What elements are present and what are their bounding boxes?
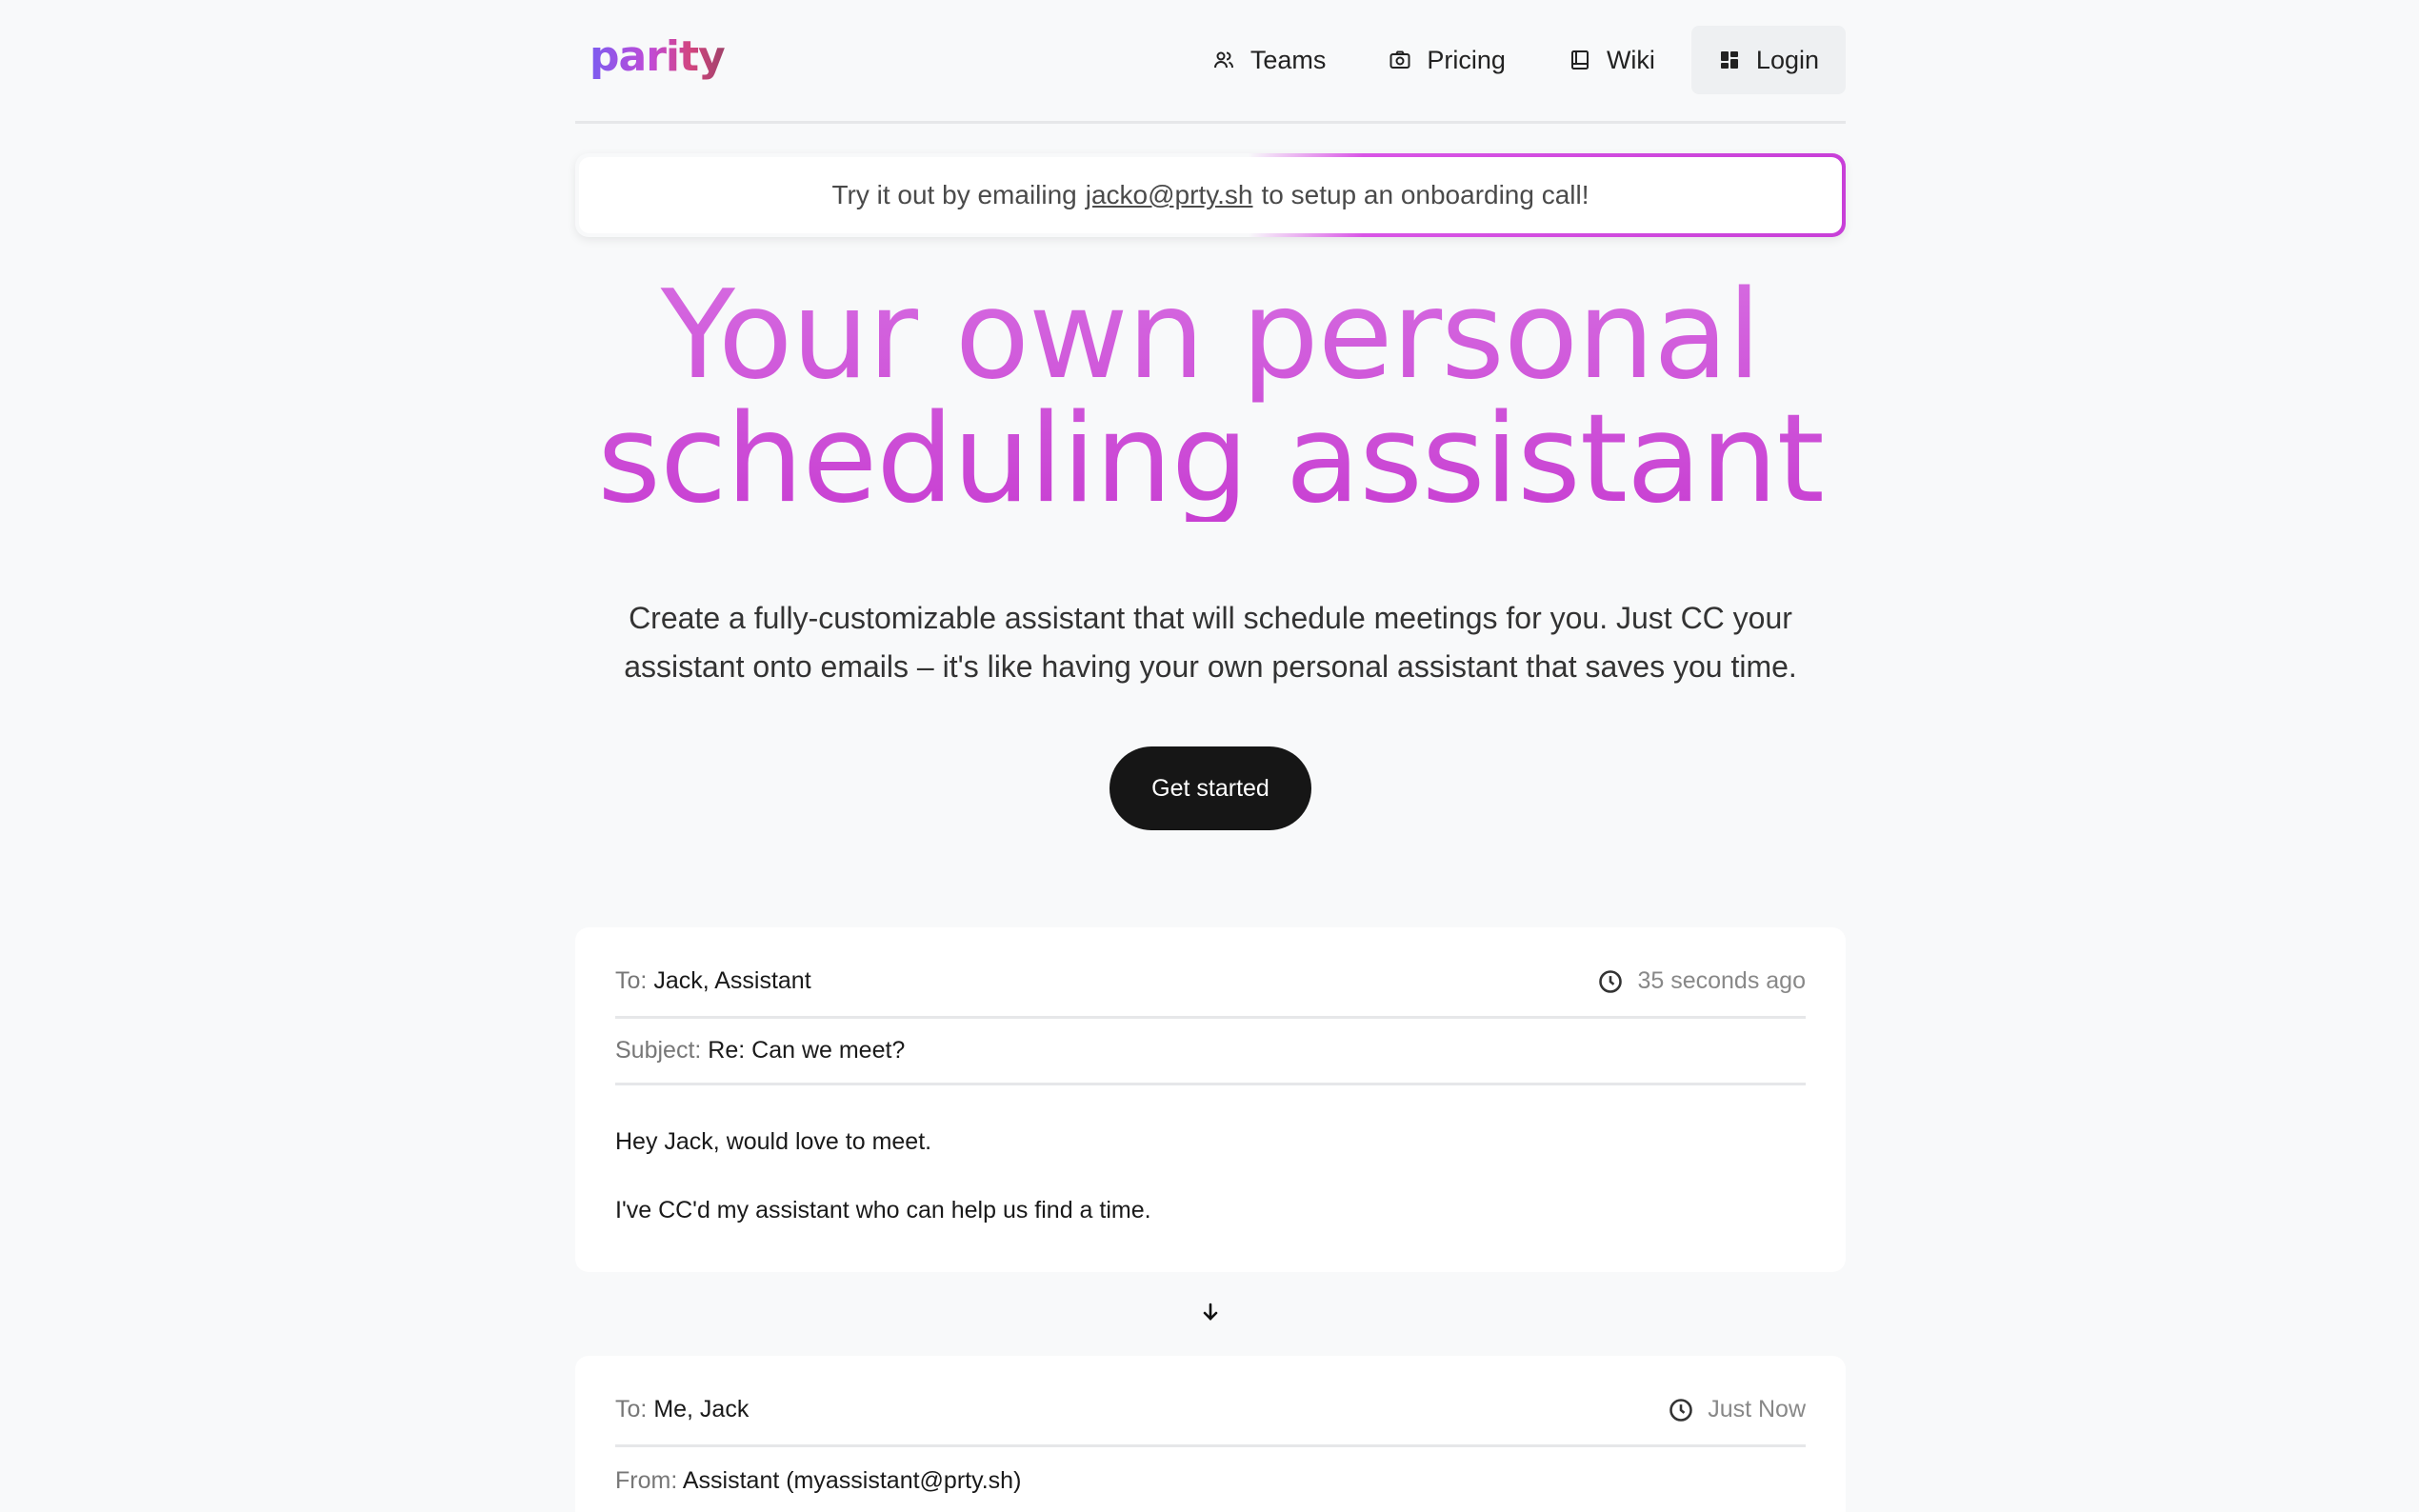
nav-item-teams[interactable]: Teams: [1186, 26, 1353, 94]
banner-email-link[interactable]: jacko@prty.sh: [1086, 180, 1253, 210]
email-body-line: Hey Jack, would love to meet.: [615, 1128, 932, 1155]
email-to-row: To: Jack, Assistant 35 seconds ago: [615, 927, 1806, 1019]
hero-subtitle: Create a fully-customizable assistant th…: [594, 594, 1827, 691]
timestamp-text: Just Now: [1708, 1396, 1806, 1422]
page: parity Teams Pricing Wiki Login Try it o…: [575, 0, 1846, 1512]
email-timestamp: 35 seconds ago: [1597, 967, 1806, 995]
email-card-incoming: To: Jack, Assistant 35 seconds ago Subje…: [575, 927, 1846, 1272]
camera-icon: [1389, 50, 1410, 69]
hero-title-line-1: Your own personal: [660, 265, 1761, 407]
nav-links: Teams Pricing Wiki Login: [1186, 26, 1846, 94]
banner-text: Try it out by emailing jacko@prty.sh to …: [579, 157, 1842, 233]
hero-subtitle-line-1: Create a fully-customizable assistant th…: [629, 601, 1792, 635]
hero-title-line-2: scheduling assistant: [597, 388, 1824, 530]
subject-value: Re: Can we meet?: [708, 1037, 906, 1064]
grid-icon: [1720, 51, 1738, 69]
banner-suffix: to setup an onboarding call!: [1261, 180, 1589, 209]
get-started-button[interactable]: Get started: [1110, 746, 1311, 830]
users-icon: [1213, 51, 1233, 69]
book-icon: [1570, 50, 1589, 70]
logo[interactable]: parity: [590, 32, 726, 81]
banner-prefix: Try it out by emailing: [831, 180, 1077, 209]
to-value: Jack, Assistant: [653, 967, 811, 994]
nav-item-label: Wiki: [1606, 45, 1655, 74]
onboarding-banner: Try it out by emailing jacko@prty.sh to …: [575, 153, 1846, 237]
to-value: Me, Jack: [653, 1396, 750, 1422]
email-card-reply: To: Me, Jack Just Now From: Assistant (m…: [575, 1356, 1846, 1512]
arrow-down-icon: [1203, 1303, 1218, 1321]
hero-subtitle-line-2: assistant onto emails – it's like having…: [624, 649, 1797, 684]
from-value: Assistant (myassistant@prty.sh): [682, 1466, 1022, 1494]
to-label: To:: [615, 1396, 648, 1422]
clock-icon: [1669, 1398, 1692, 1422]
nav-item-login[interactable]: Login: [1690, 26, 1846, 94]
to-label: To:: [615, 967, 648, 994]
nav-item-label: Teams: [1249, 45, 1327, 74]
email-subject-row: Subject: Re: Can we meet?: [615, 1019, 1806, 1085]
subject-label: Subject:: [615, 1037, 702, 1064]
nav-item-wiki[interactable]: Wiki: [1542, 26, 1682, 94]
hero-title: Your own personal scheduling assistant: [575, 274, 1846, 522]
nav-item-label: Pricing: [1427, 45, 1506, 74]
timestamp-text: 35 seconds ago: [1637, 967, 1806, 994]
email-body: Hey Jack, would love to meet. I've CC'd …: [615, 1085, 1806, 1224]
clock-icon: [1599, 969, 1623, 993]
email-timestamp: Just Now: [1668, 1396, 1806, 1423]
nav-item-pricing[interactable]: Pricing: [1362, 26, 1532, 94]
nav-item-label: Login: [1755, 45, 1819, 74]
email-to-row: To: Me, Jack Just Now: [615, 1356, 1806, 1447]
email-body-line: I've CC'd my assistant who can help us f…: [615, 1197, 1151, 1224]
from-label: From:: [615, 1466, 678, 1494]
top-nav: parity Teams Pricing Wiki Login: [575, 0, 1846, 124]
email-from-row: From: Assistant (myassistant@prty.sh): [615, 1447, 1806, 1512]
